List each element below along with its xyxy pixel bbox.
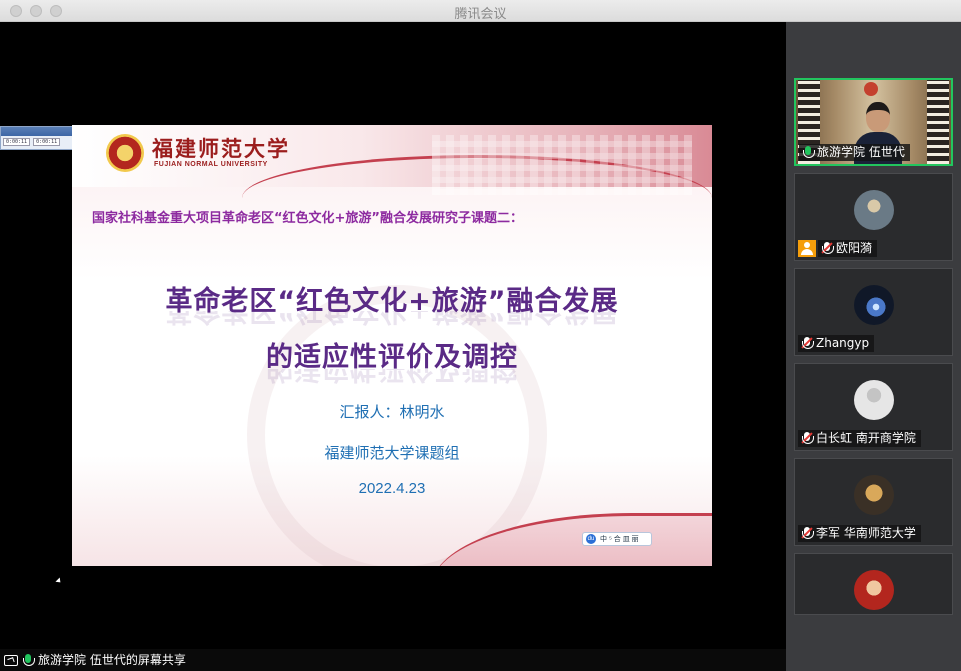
ime-toolbar-items[interactable]: 中 ⁵ 合 皿 丽 xyxy=(600,534,639,544)
microphone-muted-icon xyxy=(801,337,814,350)
microphone-muted-icon xyxy=(821,242,834,255)
microphone-active-icon[interactable] xyxy=(22,653,35,667)
participant-tile[interactable]: 白长虹 南开商学院 xyxy=(794,363,953,451)
university-logo-icon xyxy=(106,134,144,172)
ime-toolbar[interactable]: du 中 ⁵ 合 皿 丽 xyxy=(582,532,652,546)
participant-avatar xyxy=(854,190,894,230)
slide-title-line2-reflection: 的适应性评价及调控 xyxy=(72,369,712,391)
reporter: 汇报人：林明水 xyxy=(339,403,445,421)
microphone-muted-icon xyxy=(801,527,814,540)
participant-name-tag: 旅游学院 伍世代 xyxy=(799,144,910,161)
mouse-cursor-icon xyxy=(55,577,63,585)
participant-name: 李军 华南师范大学 xyxy=(816,526,916,540)
project-line: 国家社科基金重大项目革命老区“红色文化+旅游”融合发展研究子课题二： xyxy=(92,211,523,226)
slide-date: 2022.4.23 xyxy=(358,480,426,497)
participant-name: Zhangyp xyxy=(816,336,870,350)
participant-name-tag: Zhangyp xyxy=(798,335,875,352)
mini-panel-header[interactable] xyxy=(1,127,78,136)
participant-name-tag: 李军 华南师范大学 xyxy=(798,525,921,542)
participant-tile[interactable] xyxy=(794,553,953,615)
participant-name: 欧阳漪 xyxy=(836,241,873,255)
mini-panel-time-b: 0:00:11 xyxy=(33,138,61,146)
screen-share-area[interactable]: 0:00:11 0:00:11 福建师范大学 FUJIAN NORMAL UNI… xyxy=(0,22,786,649)
school-name-en: FUJIAN NORMAL UNIVERSITY xyxy=(154,161,268,168)
participant-tile[interactable]: 旅游学院 伍世代 xyxy=(794,78,953,166)
host-badge-icon xyxy=(798,240,816,257)
participant-avatar xyxy=(854,475,894,515)
slide-title-line1-reflection: 革命老区“红色文化+旅游”融合发展 xyxy=(72,311,712,333)
presentation-slide: 福建师范大学 FUJIAN NORMAL UNIVERSITY 国家社科基金重大… xyxy=(72,125,712,566)
window-title: 腾讯会议 xyxy=(454,7,507,22)
baidu-ime-icon[interactable]: du xyxy=(586,534,596,544)
microphone-active-icon xyxy=(802,146,815,159)
participant-name-tag: 白长虹 南开商学院 xyxy=(798,430,921,447)
participant-name: 白长虹 南开商学院 xyxy=(816,431,916,445)
presenter-mini-panel[interactable]: 0:00:11 0:00:11 xyxy=(0,126,79,150)
participant-name: 旅游学院 伍世代 xyxy=(817,145,905,159)
video-emblem xyxy=(864,82,878,96)
participant-avatar xyxy=(854,570,894,610)
mini-panel-time-a: 0:00:11 xyxy=(3,138,31,146)
participant-avatar xyxy=(854,285,894,325)
share-status-bar: 旅游学院 伍世代的屏幕共享 xyxy=(0,649,786,671)
video-decor xyxy=(927,80,949,164)
default-avatar-icon xyxy=(854,380,894,420)
speaker-head xyxy=(866,102,890,132)
slide-decor-pattern xyxy=(432,135,692,195)
participant-tile[interactable]: 欧阳漪 xyxy=(794,173,953,261)
microphone-muted-icon xyxy=(801,432,814,445)
share-status-text: 旅游学院 伍世代的屏幕共享 xyxy=(38,653,186,667)
screen-share-icon[interactable] xyxy=(4,654,18,666)
meeting-window: 腾讯会议 0:00:11 0:00:11 福建师范大学 FUJIAN NORMA… xyxy=(0,0,961,671)
participant-list[interactable]: 旅游学院 伍世代 欧阳漪 Zhangyp 白长虹 南开商学院 李军 华南师范大学 xyxy=(786,22,961,671)
research-group: 福建师范大学课题组 xyxy=(324,444,460,462)
participant-tile[interactable]: 李军 华南师范大学 xyxy=(794,458,953,546)
participant-tile[interactable]: Zhangyp xyxy=(794,268,953,356)
title-bar: 腾讯会议 xyxy=(0,0,961,22)
school-name-cn: 福建师范大学 xyxy=(152,136,290,161)
participant-name-tag: 欧阳漪 xyxy=(818,240,878,257)
